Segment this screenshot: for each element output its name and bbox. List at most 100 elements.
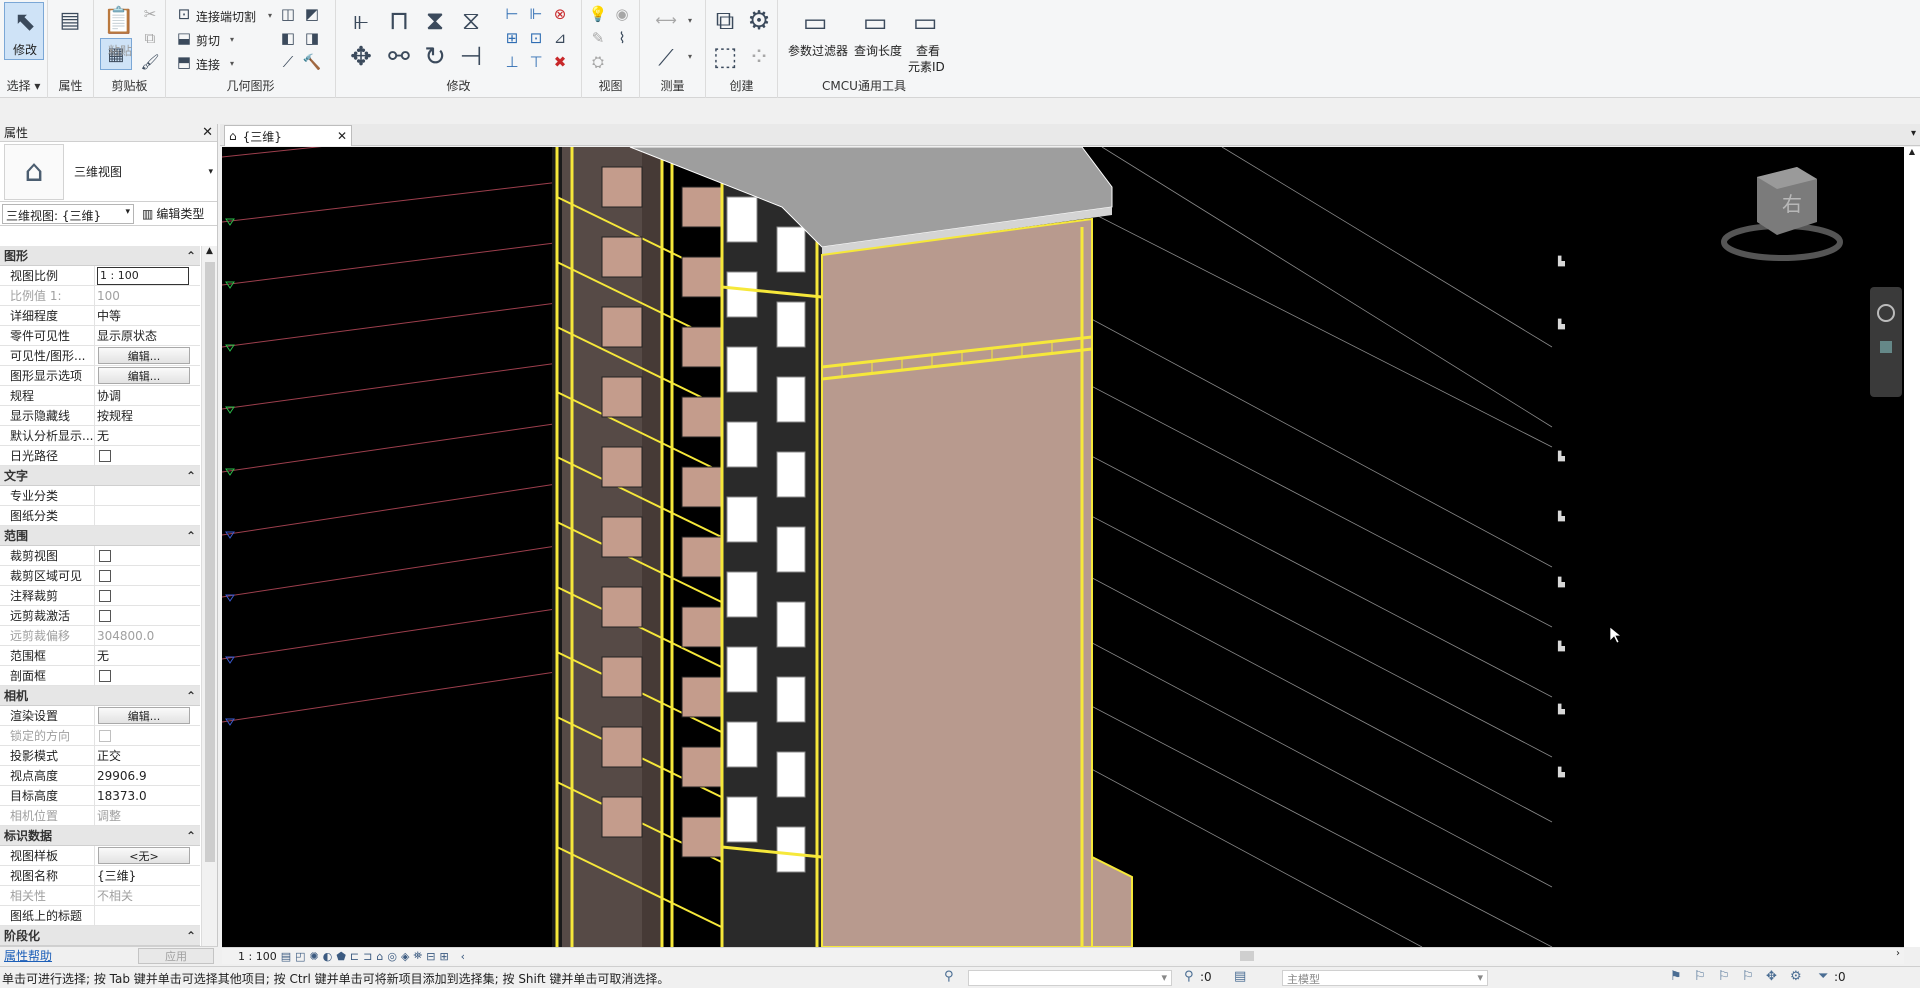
category-extents[interactable]: 范围 ⌃ [0,526,200,546]
apply-button[interactable]: 应用 [138,947,214,964]
visual-style-icon[interactable]: ◰ [295,950,305,963]
split-gap-icon[interactable]: ⊩ [526,4,546,24]
close-icon[interactable]: ✕ [337,129,347,143]
category-camera[interactable]: 相机 ⌃ [0,686,200,706]
pin-icon[interactable]: ⊿ [550,28,570,48]
param-filter-label[interactable]: 参数过滤器 [788,42,848,59]
vg-edit-button[interactable]: 编辑... [98,347,190,364]
create-similar-icon[interactable]: ⁘ [742,40,776,74]
unpin-icon[interactable]: ⊗ [550,4,570,24]
view-element-id-label-2[interactable]: 元素ID [908,58,945,75]
array-icon[interactable]: ⊞ [502,28,522,48]
far-clip-checkbox[interactable] [99,609,111,622]
prop-target-elevation[interactable]: 目标高度 18373.0 [0,786,200,806]
prop-view-name[interactable]: 视图名称 {三维} [0,866,200,886]
render-icon[interactable]: ⬟ [336,950,346,963]
prop-title-on-sheet[interactable]: 图纸上的标题 [0,906,200,926]
close-icon[interactable]: ✕ [202,125,213,140]
drag-elements-icon[interactable]: ✥ [1766,969,1777,984]
view-scale-value[interactable]: 1 : 100 [238,950,277,963]
mirror-draw-icon[interactable]: ⧖ [454,4,488,38]
copy-icon[interactable]: ⧉ [140,28,160,48]
cope-icon[interactable]: ⊡ [174,4,194,24]
match-properties-icon[interactable]: 🖌 [140,52,160,72]
prop-discipline-category[interactable]: 专业分类 [0,486,200,506]
view-template-button[interactable]: <无> [98,847,190,864]
select-by-face-icon[interactable]: ⚐ [1742,969,1754,984]
workset-select[interactable]: ▾ [968,970,1172,986]
rotate-icon[interactable]: ↻ [418,40,452,74]
crop-region-icon[interactable]: ⊐ [363,950,372,963]
linework-icon[interactable]: ✎ [588,28,608,48]
highlight-displacement-icon[interactable]: ⊟ [426,950,435,963]
scroll-left-icon[interactable]: ‹ [461,950,465,963]
detail-level-icon[interactable]: ▤ [281,950,291,963]
view-scale-input[interactable]: 1 : 100 [97,266,189,285]
prop-eye-elevation[interactable]: 视点高度 29906.9 [0,766,200,786]
drawing-canvas[interactable]: ▙ ▙ ▙ ▙ ▙ ▙ ▙ ▙ 右 [222,147,1904,947]
trim-icon[interactable]: ⊣ [454,40,488,74]
crop-view-icon[interactable]: ⊏ [350,950,359,963]
render-settings-edit-button[interactable]: 编辑... [98,707,190,724]
canvas-vertical-scrollbar[interactable]: ▲ [1904,147,1920,947]
reveal-hidden-icon[interactable]: ◈ [401,950,409,963]
scale-icon[interactable]: ⊡ [526,28,546,48]
prop-sheet-category[interactable]: 图纸分类 [0,506,200,526]
copy-element-icon[interactable]: ⚯ [382,40,416,74]
paste-icon[interactable]: 📋 [102,4,136,38]
delete-icon[interactable]: ✖ [550,52,570,72]
prop-detail-level[interactable]: 详细程度 中等 [0,306,200,326]
category-phasing[interactable]: 阶段化 ⌃ [0,926,200,946]
view-element-id-label-1[interactable]: 查看 [916,42,940,59]
analytical-model-icon[interactable]: ⛯ [413,949,422,963]
section-box-checkbox[interactable] [99,669,111,682]
wall-joins-icon[interactable]: ◫ [278,4,298,24]
create-parts-icon[interactable]: ⚙ [742,4,776,38]
background-process-icon[interactable]: ⚙ [1790,969,1802,984]
view-ghost-icon[interactable]: ⛭ [588,52,608,72]
category-graphics[interactable]: 图形 ⌃ [0,246,200,266]
cut-geometry-label[interactable]: 剪切 [196,32,220,49]
select-underlay-icon[interactable]: ⚐ [1694,969,1706,984]
create-group-icon[interactable]: ⬚ [708,40,742,74]
offset-icon[interactable]: ⊓ [382,4,416,38]
join-label[interactable]: 连接 [196,56,220,73]
select-pinned-icon[interactable]: ⚐ [1718,969,1730,984]
override-graphics-icon[interactable]: ◉ [612,4,632,24]
category-text[interactable]: 文字 ⌃ [0,466,200,486]
category-identity[interactable]: 标识数据 ⌃ [0,826,200,846]
create-assembly-icon[interactable]: ⧉ [708,4,742,38]
chevron-down-icon[interactable]: ▾ [208,167,213,177]
demolish-icon[interactable]: ◧ [278,28,298,48]
aligned-dimension-icon[interactable]: ⟋ [648,44,684,72]
align-icon[interactable]: ⫦ [344,4,378,38]
param-filter-icon[interactable]: ▭ [798,6,832,40]
trim-single-icon[interactable]: ⊥ [502,52,522,72]
prop-hidden-lines[interactable]: 显示隐藏线 按规程 [0,406,200,426]
view-element-id-icon[interactable]: ▭ [908,6,942,40]
crop-visible-checkbox[interactable] [99,569,111,582]
remove-paint-icon[interactable]: 🔨 [302,52,322,72]
hide-in-view-icon[interactable]: 💡 [588,4,608,24]
prop-projection-mode[interactable]: 投影模式 正交 [0,746,200,766]
edit-type-button[interactable]: ▥ 编辑类型 [142,205,204,222]
query-length-label[interactable]: 查询长度 [854,42,902,59]
annotation-crop-checkbox[interactable] [99,589,111,602]
split-icon[interactable]: ⊢ [502,4,522,24]
query-length-icon[interactable]: ▭ [858,6,892,40]
select-dropdown[interactable]: 选择 ▾ [0,77,47,94]
sun-path-checkbox[interactable] [99,449,111,462]
measure-between-icon[interactable]: ⟷ [648,10,684,30]
prop-view-scale[interactable]: 视图比例 1 : 100 [0,266,200,286]
properties-scrollbar[interactable]: ▲ [201,246,217,952]
editable-icon[interactable]: ⚲ [1184,969,1194,984]
instance-filter-select[interactable]: 三维视图: {三维} ▾ [2,203,134,224]
filter-icon[interactable]: ⏷ [1818,969,1828,984]
tab-3d-view[interactable]: ⌂ {三维} ✕ [224,125,352,146]
tab-menu-icon[interactable]: ▾ [1911,128,1916,139]
design-options-icon[interactable]: ▤ [1234,969,1246,984]
lock-3d-icon[interactable]: ⌂ [376,950,383,963]
prop-discipline[interactable]: 规程 协调 [0,386,200,406]
shadows-icon[interactable]: ◐ [323,950,333,963]
properties-help-link[interactable]: 属性帮助 [4,947,52,964]
